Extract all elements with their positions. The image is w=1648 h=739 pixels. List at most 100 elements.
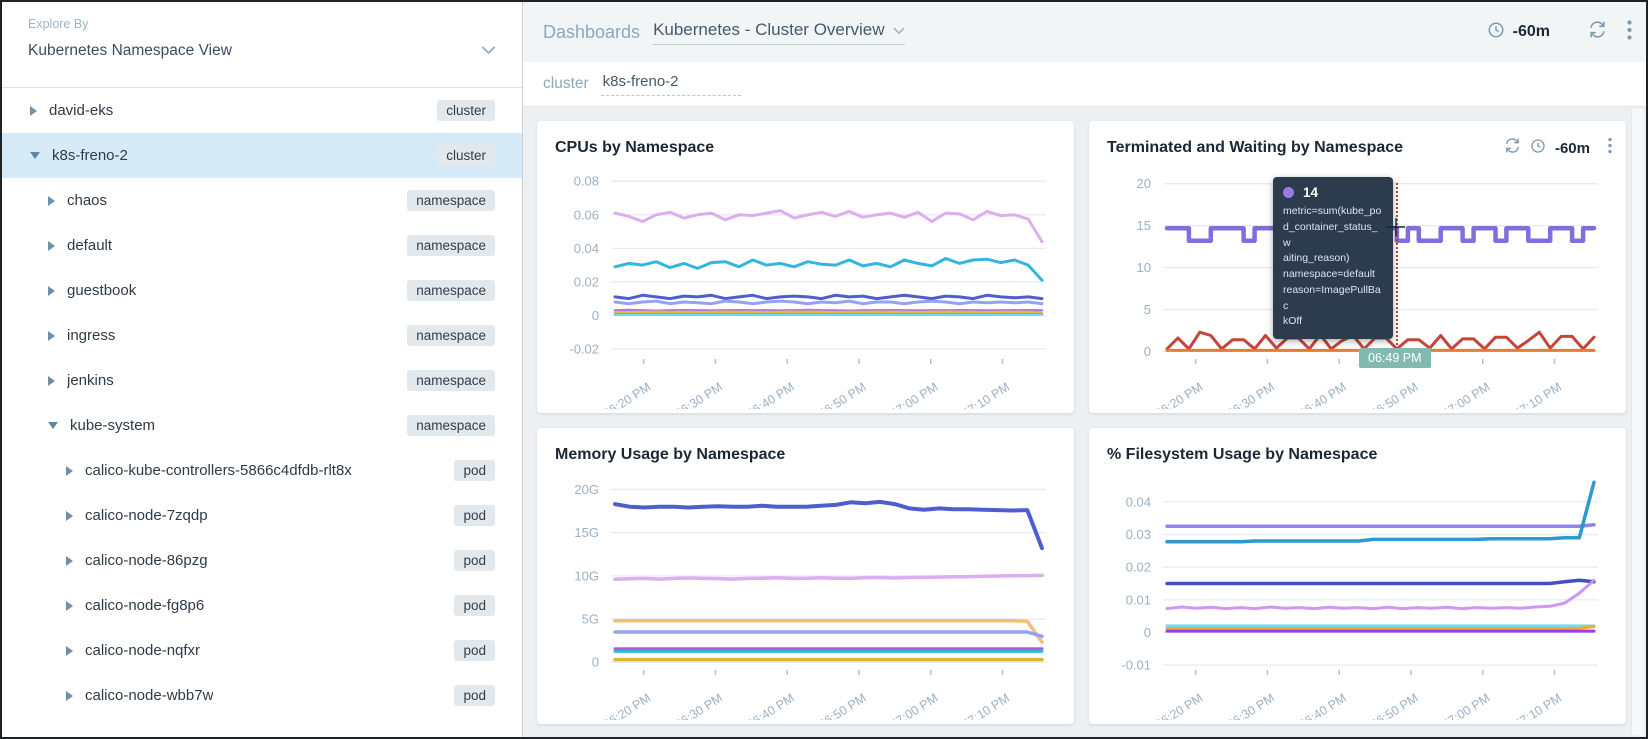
svg-text:0.02: 0.02 [574,274,599,289]
expand-arrow-icon[interactable] [48,376,55,386]
time-range-button[interactable]: -60m [1487,21,1550,44]
type-badge: namespace [407,370,495,391]
collapse-arrow-icon[interactable] [48,422,58,429]
svg-text:06:30 PM: 06:30 PM [673,691,726,720]
panel-controls: -60m [1504,137,1612,159]
more-options-button[interactable] [1627,20,1632,45]
tree-item-label: guestbook [67,282,136,299]
view-selector-value: Kubernetes Namespace View [28,42,232,60]
svg-text:20G: 20G [574,482,599,497]
svg-text:06:30 PM: 06:30 PM [1225,380,1278,409]
tree-item-jenkins[interactable]: jenkins namespace [2,358,522,403]
expand-arrow-icon[interactable] [66,466,73,476]
panel-time-range-label: -60m [1555,140,1590,157]
hover-tooltip-text: metric=sum(kube_po d_container_status_w … [1283,204,1383,330]
tree-item-calico-node-wbb7w[interactable]: calico-node-wbb7w pod [2,673,522,718]
tree-item-label: chaos [67,192,107,209]
type-badge: namespace [407,235,495,256]
filesystem-chart-canvas[interactable]: 0.040.030.020.010-0.0106:20 PM06:30 PM06… [1107,467,1612,720]
svg-text:5G: 5G [582,612,599,627]
scope-filter-bar: cluster k8s-freno-2 [523,62,1646,107]
type-badge: pod [454,460,495,481]
series-color-dot [1283,187,1294,198]
expand-arrow-icon[interactable] [30,106,37,116]
svg-text:07:10 PM: 07:10 PM [960,380,1013,409]
type-badge: namespace [407,415,495,436]
scope-value-field[interactable]: k8s-freno-2 [601,73,741,96]
svg-text:0.04: 0.04 [574,241,599,256]
tree-item-label: jenkins [67,372,114,389]
svg-text:07:10 PM: 07:10 PM [1512,691,1565,720]
expand-arrow-icon[interactable] [48,286,55,296]
tree-item-david-eks[interactable]: david-eks cluster [2,88,522,133]
svg-text:15: 15 [1137,218,1151,233]
type-badge: pod [454,550,495,571]
svg-text:-0.01: -0.01 [1121,658,1151,673]
svg-text:06:50 PM: 06:50 PM [816,380,869,409]
refresh-button[interactable] [1588,20,1607,44]
svg-text:07:00 PM: 07:00 PM [1440,380,1493,409]
expand-arrow-icon[interactable] [48,241,55,251]
tree-item-calico-node-fg8p6[interactable]: calico-node-fg8p6pod [2,583,522,628]
memory-chart-canvas[interactable]: 20G15G10G5G006:20 PM06:30 PM06:40 PM06:5… [555,467,1060,720]
tree-item-label: default [67,237,112,254]
scrollbar-track[interactable] [1631,109,1644,735]
tree-item-kube-system[interactable]: kube-systemnamespace [2,403,522,448]
explore-by-label: Explore By [28,17,496,31]
svg-text:10: 10 [1137,260,1151,275]
refresh-icon [1588,20,1607,44]
panel-filesystem-usage: % Filesystem Usage by Namespace 0.040.03… [1089,428,1626,724]
panel-refresh-button[interactable] [1504,137,1521,159]
panel-time-range-button[interactable] [1530,138,1546,159]
app-window: Explore By Kubernetes Namespace View dav… [0,0,1648,739]
svg-text:06:20 PM: 06:20 PM [601,380,654,409]
tree-item-calico-kube-controllers-5866c4dfdb-rlt8x[interactable]: calico-kube-controllers-5866c4dfdb-rlt8x… [2,448,522,493]
collapse-arrow-icon[interactable] [30,152,40,159]
panel-more-options-button[interactable] [1608,137,1612,159]
tree-item-label: calico-node-nqfxr [85,642,200,659]
tree-item-label: calico-node-7zqdp [85,507,208,524]
tree-item-guestbook[interactable]: guestbook namespace [2,268,522,313]
tree-item-label: david-eks [49,102,113,119]
svg-text:06:20 PM: 06:20 PM [1153,691,1206,720]
expand-arrow-icon[interactable] [66,511,73,521]
clock-icon [1487,21,1505,44]
tree-item-calico-node-nqfxr[interactable]: calico-node-nqfxrpod [2,628,522,673]
expand-arrow-icon[interactable] [66,601,73,611]
sidebar-header: Explore By Kubernetes Namespace View [2,2,522,88]
expand-arrow-icon[interactable] [66,556,73,566]
svg-text:0: 0 [1144,344,1151,359]
tree-item-label: calico-node-wbb7w [85,687,213,704]
tree-item-calico-node-7zqdp[interactable]: calico-node-7zqdp pod [2,493,522,538]
tree-item-k8s-freno-2[interactable]: k8s-freno-2cluster [2,133,522,178]
svg-text:06:20 PM: 06:20 PM [1153,380,1206,409]
svg-text:20: 20 [1137,176,1151,191]
dashboard-grid: CPUs by Namespace 0.080.060.040.020-0.02… [523,107,1646,737]
cpus-chart-canvas[interactable]: 0.080.060.040.020-0.0206:20 PM06:30 PM06… [555,160,1060,409]
type-badge: namespace [407,280,495,301]
expand-arrow-icon[interactable] [48,196,55,206]
panel-title: CPUs by Namespace [555,139,714,157]
tree-item-ingress[interactable]: ingressnamespace [2,313,522,358]
dashboard-title-dropdown[interactable]: Kubernetes - Cluster Overview [653,20,904,45]
svg-text:07:00 PM: 07:00 PM [1440,691,1493,720]
chevron-down-icon [481,42,496,60]
svg-text:0: 0 [592,655,599,670]
type-badge: pod [454,685,495,706]
expand-arrow-icon[interactable] [66,646,73,656]
hover-crosshair-line [1396,183,1398,357]
type-badge: cluster [437,100,495,121]
svg-text:0.03: 0.03 [1126,527,1151,542]
type-badge: namespace [407,190,495,211]
tree-item-label: calico-kube-controllers-5866c4dfdb-rlt8x [85,462,352,479]
tree-item-calico-node-86pzg[interactable]: calico-node-86pzgpod [2,538,522,583]
tree-item-default[interactable]: default namespace [2,223,522,268]
svg-text:0.01: 0.01 [1126,592,1151,607]
view-selector-dropdown[interactable]: Kubernetes Namespace View [28,42,496,60]
expand-arrow-icon[interactable] [48,331,55,341]
type-badge: pod [454,505,495,526]
type-badge: pod [454,595,495,616]
svg-text:0: 0 [592,308,599,323]
tree-item-chaos[interactable]: chaos namespace [2,178,522,223]
expand-arrow-icon[interactable] [66,691,73,701]
